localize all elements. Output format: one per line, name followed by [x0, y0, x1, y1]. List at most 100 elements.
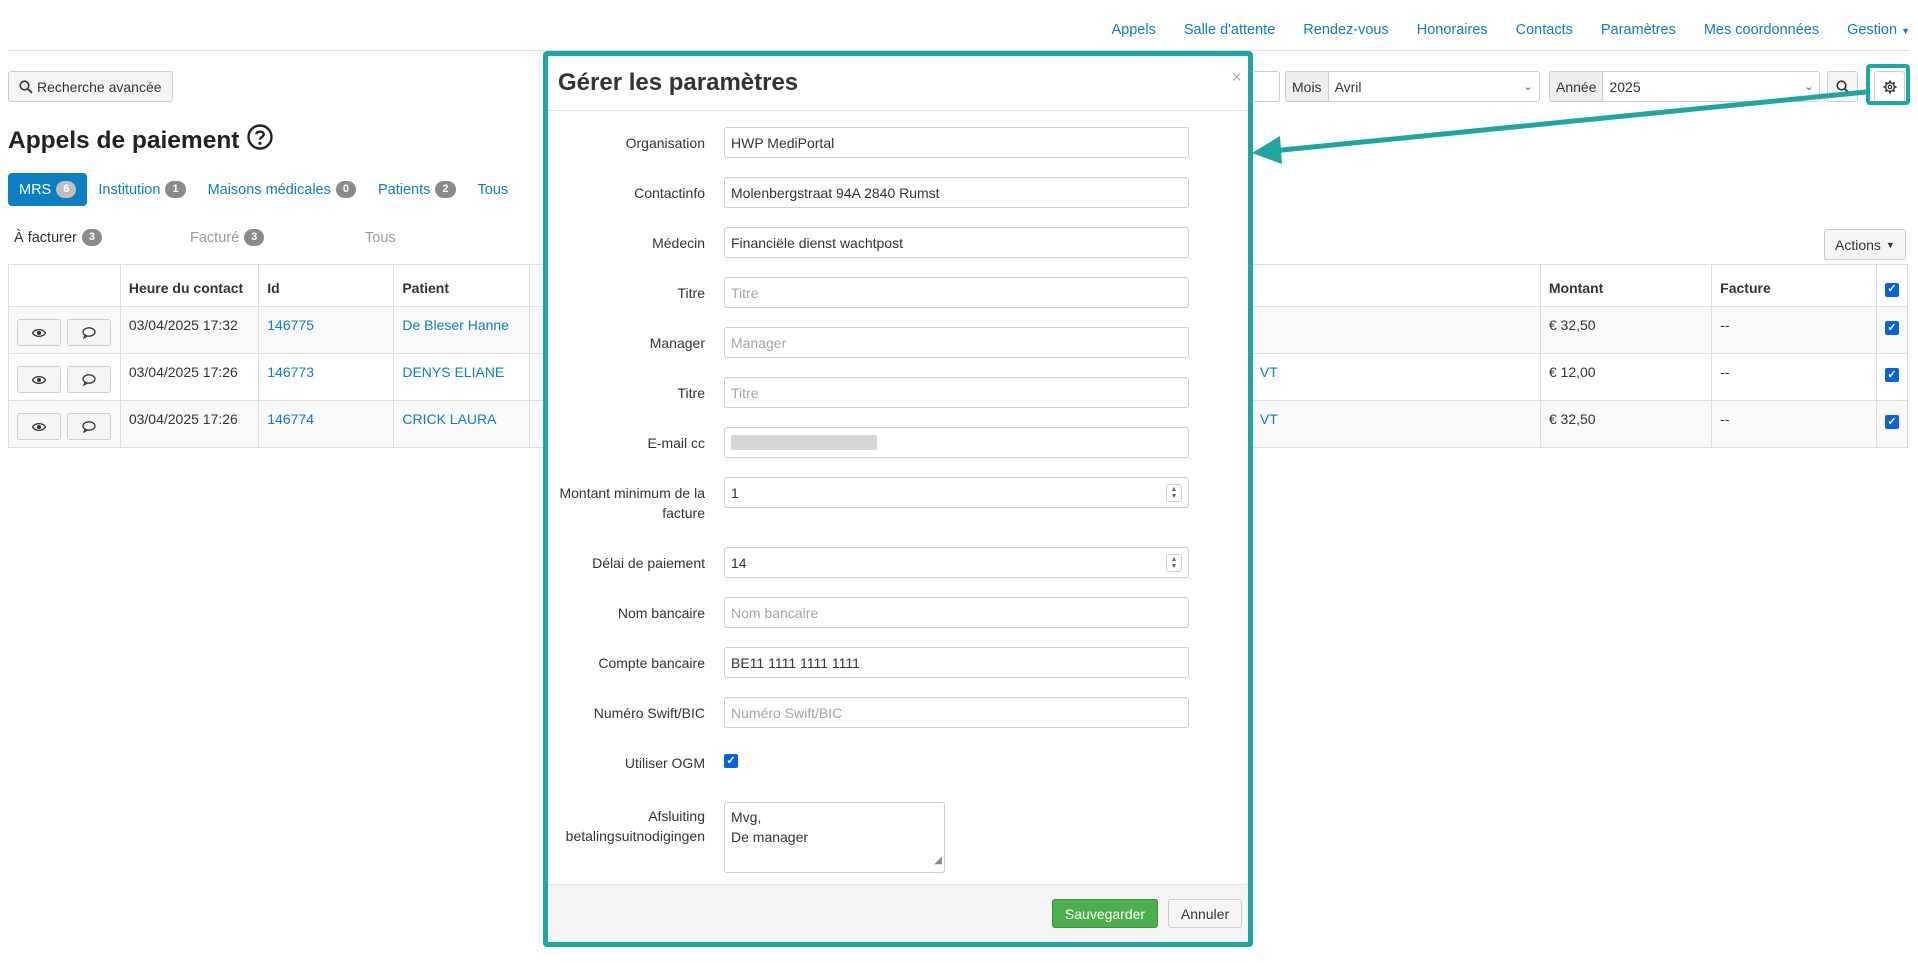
label-medecin: Médecin — [652, 235, 705, 251]
count-badge: 2 — [435, 181, 456, 198]
tab-mrs[interactable]: MRS 6 — [8, 173, 88, 206]
manager-input[interactable]: Manager — [724, 327, 1189, 358]
close-icon[interactable]: × — [1231, 68, 1242, 86]
caret-down-icon: ▼ — [1885, 239, 1895, 250]
nav-item-appels[interactable]: Appels — [1111, 22, 1155, 38]
swift-input[interactable]: Numéro Swift/BIC — [724, 697, 1189, 728]
row-checkbox[interactable]: ✓ — [1884, 415, 1899, 429]
eye-icon — [32, 422, 46, 431]
arrow-head-icon — [1252, 136, 1282, 164]
nav-item-contacts[interactable]: Contacts — [1516, 22, 1573, 38]
comment-button[interactable] — [67, 366, 111, 393]
label-manager: Manager — [649, 335, 705, 351]
header-select-all[interactable]: ✓ — [1875, 264, 1909, 307]
actions-dropdown-button[interactable]: Actions ▼ — [1824, 229, 1906, 260]
tab-institution[interactable]: Institution 1 — [87, 173, 196, 206]
tab-patients[interactable]: Patients 2 — [367, 173, 467, 206]
nav-item-salle-attente[interactable]: Salle d'attente — [1184, 22, 1275, 38]
label-email-cc: E-mail cc — [647, 435, 705, 451]
label-contactinfo: Contactinfo — [634, 185, 705, 201]
cell-id[interactable]: 146774 — [258, 400, 395, 448]
resize-grip-icon[interactable]: ◢ — [934, 851, 942, 871]
row-actions-cell — [8, 306, 121, 354]
bank-account-input[interactable]: BE11 1111 1111 1111 — [724, 647, 1189, 678]
header-id[interactable]: Id — [258, 264, 395, 307]
tab-label: Patients — [378, 181, 431, 198]
nav-item-rendez-vous[interactable]: Rendez-vous — [1303, 22, 1388, 38]
min-amount-value: 1 — [731, 484, 739, 501]
label-closing: Afsluiting betalingsuitnodigingen — [565, 808, 705, 844]
subtab-a-facturer[interactable]: À facturer 3 — [14, 229, 190, 246]
cell-id[interactable]: 146773 — [258, 353, 395, 401]
redacted-value — [731, 435, 877, 450]
medecin-input[interactable]: Financiële dienst wachtpost — [724, 227, 1189, 258]
header-cell-actions — [8, 264, 121, 307]
payment-delay-input[interactable]: 14 ▲ ▼ — [724, 547, 1189, 578]
cell-patient[interactable]: CRICK LAURA — [393, 400, 530, 448]
cancel-button[interactable]: Annuler — [1168, 899, 1242, 928]
nav-item-parametres[interactable]: Paramètres — [1601, 22, 1676, 38]
row-checkbox[interactable]: ✓ — [1884, 321, 1899, 335]
comment-button[interactable] — [67, 413, 111, 440]
label-payment-delay: Délai de paiement — [592, 555, 705, 571]
number-spinner-icon[interactable]: ▲ ▼ — [1166, 554, 1182, 572]
cell-invoice: -- — [1711, 306, 1877, 354]
header-patient[interactable]: Patient — [393, 264, 530, 307]
header-amount[interactable]: Montant — [1539, 264, 1713, 307]
tab-tous[interactable]: Tous — [467, 173, 520, 206]
header-invoice[interactable]: Facture — [1711, 264, 1877, 307]
bank-name-input[interactable]: Nom bancaire — [724, 597, 1189, 628]
manager-titre-input[interactable]: Titre — [724, 377, 1189, 408]
view-button[interactable] — [17, 413, 61, 440]
select-all-checkbox[interactable]: ✓ — [1884, 282, 1899, 297]
cell-select: ✓ — [1875, 400, 1909, 448]
save-button[interactable]: Sauvegarder — [1052, 899, 1158, 928]
titre-input[interactable]: Titre — [724, 277, 1189, 308]
cell-invoice: -- — [1711, 353, 1877, 401]
nav-gestion-label: Gestion — [1847, 22, 1898, 38]
view-button[interactable] — [17, 319, 61, 346]
subtab-label: Facturé — [190, 229, 240, 246]
min-amount-input[interactable]: 1 ▲ ▼ — [724, 477, 1189, 508]
subtab-facture[interactable]: Facturé 3 — [190, 229, 365, 246]
month-select[interactable]: Avril ⌄ — [1327, 71, 1540, 102]
view-button[interactable] — [17, 366, 61, 393]
subtab-tous[interactable]: Tous — [365, 229, 396, 246]
use-ogm-checkbox[interactable]: ✓ — [724, 754, 738, 768]
organisation-input[interactable]: HWP MediPortal — [724, 127, 1189, 158]
settings-modal: Gérer les paramètres × Organisation HWP … — [543, 51, 1253, 947]
search-button[interactable] — [1827, 71, 1858, 102]
chevron-down-icon: ⌄ — [1804, 81, 1814, 93]
count-badge: 0 — [335, 181, 356, 198]
closing-textarea[interactable]: Mvg, De manager ◢ — [724, 802, 945, 873]
count-badge: 3 — [81, 229, 102, 246]
nav-item-honoraires[interactable]: Honoraires — [1417, 22, 1488, 38]
modal-footer: Sauvegarder Annuler — [548, 884, 1248, 942]
number-spinner-icon[interactable]: ▲ ▼ — [1166, 484, 1182, 502]
cell-id[interactable]: 146775 — [258, 306, 395, 354]
nav-item-gestion[interactable]: Gestion ▼ — [1847, 22, 1910, 38]
email-cc-input[interactable] — [724, 427, 1189, 458]
tab-label: Maisons médicales — [207, 181, 331, 198]
comment-button[interactable] — [67, 319, 111, 346]
cell-time: 03/04/2025 17:32 — [119, 306, 260, 354]
page-title-text: Appels de paiement — [8, 126, 240, 154]
contactinfo-input[interactable]: Molenbergstraat 94A 2840 Rumst — [724, 177, 1189, 208]
month-value: Avril — [1334, 78, 1362, 95]
label-bank-account: Compte bancaire — [598, 655, 705, 671]
nav-item-mes-coordonnees[interactable]: Mes coordonnées — [1704, 22, 1819, 38]
header-time[interactable]: Heure du contact — [119, 264, 260, 307]
advanced-search-button[interactable]: Recherche avancée — [8, 71, 173, 102]
settings-highlight — [1866, 64, 1910, 105]
eye-icon — [32, 375, 46, 384]
cell-patient[interactable]: DENYS ELIANE — [393, 353, 530, 401]
row-checkbox[interactable]: ✓ — [1884, 368, 1899, 382]
cell-patient[interactable]: De Bleser Hanne — [393, 306, 530, 354]
tab-maisons-medicales[interactable]: Maisons médicales 0 — [197, 173, 367, 206]
year-select[interactable]: 2025 ⌄ — [1602, 71, 1821, 102]
actions-label: Actions — [1835, 236, 1881, 253]
year-filter-group: Année 2025 ⌄ — [1549, 71, 1821, 102]
help-icon[interactable] — [247, 124, 274, 157]
tab-label: Institution — [98, 181, 161, 198]
year-value: 2025 — [1609, 78, 1641, 95]
